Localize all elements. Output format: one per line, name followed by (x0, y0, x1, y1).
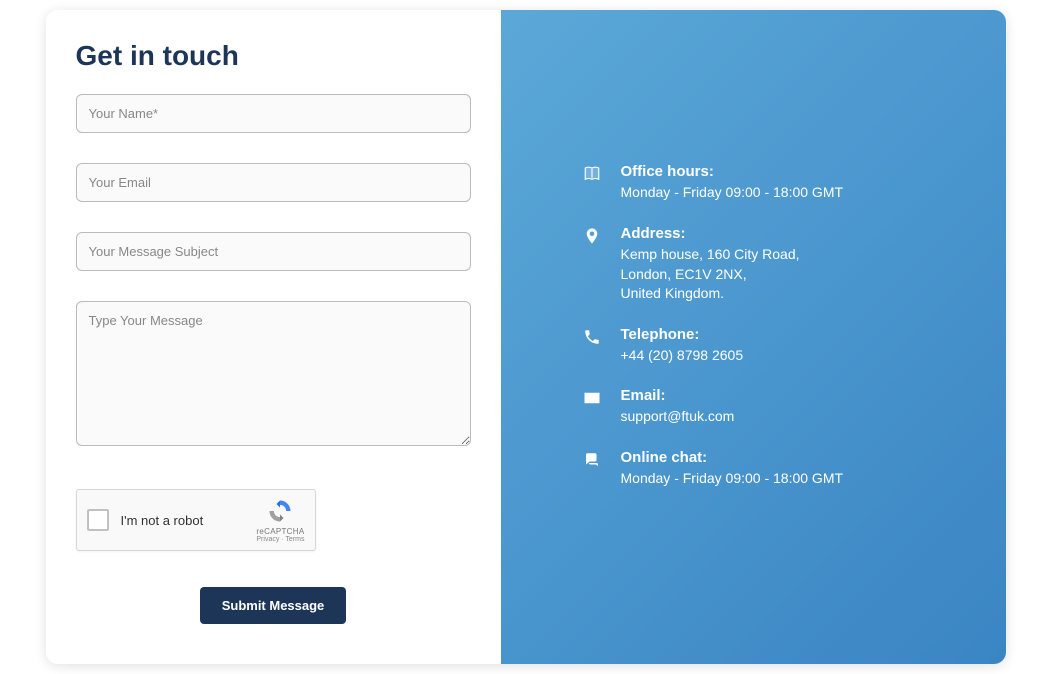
info-online-chat: Online chat: Monday - Friday 09:00 - 18:… (581, 449, 976, 489)
contact-form-panel: Get in touch I'm not a robot reCAPTCHA P… (46, 10, 501, 664)
contact-card: Get in touch I'm not a robot reCAPTCHA P… (46, 10, 1006, 664)
recaptcha-icon (266, 497, 294, 525)
recaptcha-widget: I'm not a robot reCAPTCHA Privacy · Term… (76, 489, 316, 551)
message-textarea[interactable] (76, 301, 471, 446)
book-icon (581, 163, 603, 185)
info-address: Address: Kemp house, 160 City Road, Lond… (581, 225, 976, 304)
info-value: +44 (20) 8798 2605 (621, 346, 744, 366)
recaptcha-checkbox[interactable] (87, 509, 109, 531)
pin-icon (581, 225, 603, 247)
info-office-hours: Office hours: Monday - Friday 09:00 - 18… (581, 163, 976, 203)
info-value: support@ftuk.com (621, 407, 735, 427)
phone-icon (581, 326, 603, 348)
info-label: Online chat: (621, 449, 844, 466)
envelope-icon (581, 387, 603, 409)
chat-icon (581, 449, 603, 471)
name-input[interactable] (76, 94, 471, 133)
contact-info-panel: Office hours: Monday - Friday 09:00 - 18… (501, 10, 1006, 664)
info-label: Address: (621, 225, 800, 242)
info-email: Email: support@ftuk.com (581, 387, 976, 427)
recaptcha-terms-text: Privacy · Terms (256, 536, 304, 543)
info-value: Kemp house, 160 City Road, London, EC1V … (621, 245, 800, 304)
subject-input[interactable] (76, 232, 471, 271)
submit-row: Submit Message (76, 587, 471, 624)
recaptcha-label: I'm not a robot (121, 513, 257, 528)
info-label: Email: (621, 387, 735, 404)
submit-button[interactable]: Submit Message (200, 587, 347, 624)
page-title: Get in touch (76, 40, 471, 72)
email-input[interactable] (76, 163, 471, 202)
info-label: Office hours: (621, 163, 844, 180)
info-telephone: Telephone: +44 (20) 8798 2605 (581, 326, 976, 366)
recaptcha-brand-text: reCAPTCHA (256, 527, 304, 536)
info-value: Monday - Friday 09:00 - 18:00 GMT (621, 183, 844, 203)
info-value: Monday - Friday 09:00 - 18:00 GMT (621, 469, 844, 489)
recaptcha-branding: reCAPTCHA Privacy · Terms (256, 497, 304, 543)
info-label: Telephone: (621, 326, 744, 343)
